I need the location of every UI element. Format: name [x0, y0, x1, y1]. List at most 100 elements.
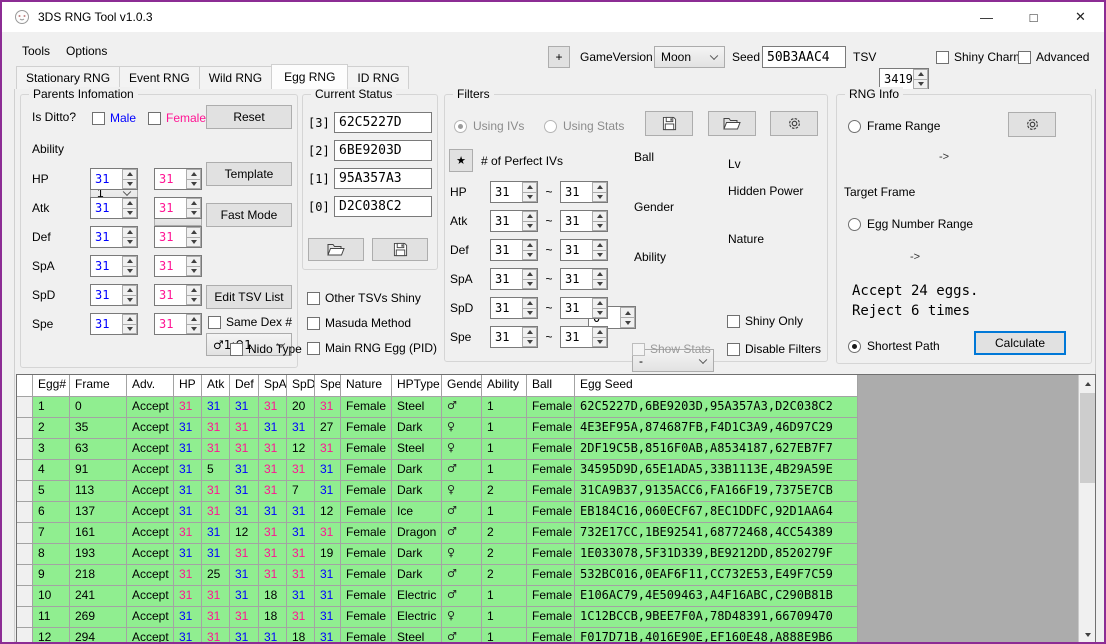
- table-row[interactable]: 7161Accept313112313131FemaleDragon♂2Fema…: [17, 523, 1095, 544]
- spin-up-icon[interactable]: [592, 182, 607, 193]
- column-header-eggseed[interactable]: Egg Seed: [575, 375, 858, 397]
- egg-number-range-radio[interactable]: Egg Number Range: [848, 217, 973, 231]
- filters-save-button[interactable]: [645, 111, 693, 136]
- spin-up-icon[interactable]: [122, 169, 137, 180]
- spin-down-icon[interactable]: [592, 280, 607, 290]
- results-grid[interactable]: Egg#FrameAdv.HPAtkDefSpASpDSpeNatureHPTy…: [16, 374, 1096, 644]
- game-version-dropdown[interactable]: Moon: [654, 46, 725, 68]
- tab-egg-rng[interactable]: Egg RNG: [271, 64, 348, 89]
- masuda-method-checkbox[interactable]: Masuda Method: [307, 316, 411, 330]
- filter-spa-max-spinner[interactable]: 31: [560, 268, 608, 290]
- menu-tools[interactable]: Tools: [16, 40, 56, 62]
- tab-id-rng[interactable]: ID RNG: [347, 66, 409, 89]
- star-button[interactable]: ★: [449, 149, 473, 172]
- status-save-button[interactable]: [372, 238, 428, 261]
- table-row[interactable]: 10241Accept313131183131FemaleElectric♂1F…: [17, 586, 1095, 607]
- male-spd-spinner[interactable]: 31: [90, 284, 138, 306]
- spin-down-icon[interactable]: [186, 325, 201, 335]
- scrollbar-thumb[interactable]: [1080, 393, 1095, 483]
- spin-up-icon[interactable]: [522, 240, 537, 251]
- spin-down-icon[interactable]: [122, 296, 137, 306]
- status-slot-value[interactable]: 6BE9203D: [334, 140, 432, 161]
- spin-down-icon[interactable]: [913, 80, 928, 90]
- spin-down-icon[interactable]: [620, 318, 635, 328]
- female-hp-spinner[interactable]: 31: [154, 168, 202, 190]
- tab-event-rng[interactable]: Event RNG: [119, 66, 200, 89]
- spin-up-icon[interactable]: [522, 182, 537, 193]
- nido-type-checkbox[interactable]: Nido Type: [230, 342, 302, 356]
- column-header-hptype[interactable]: HPType: [392, 375, 442, 397]
- spin-up-icon[interactable]: [186, 314, 201, 325]
- male-atk-spinner[interactable]: 31: [90, 197, 138, 219]
- status-slot-value[interactable]: D2C038C2: [334, 196, 432, 217]
- spin-up-icon[interactable]: [522, 269, 537, 280]
- spin-down-icon[interactable]: [592, 193, 607, 203]
- column-header-nature[interactable]: Nature: [341, 375, 392, 397]
- spin-down-icon[interactable]: [592, 338, 607, 348]
- main-rng-egg-checkbox[interactable]: Main RNG Egg (PID): [307, 341, 437, 355]
- using-ivs-radio[interactable]: Using IVs: [454, 119, 524, 133]
- column-header-ability[interactable]: Ability: [482, 375, 527, 397]
- female-spa-spinner[interactable]: 31: [154, 255, 202, 277]
- table-row[interactable]: 5113Accept31313131731FemaleDark♀2Female3…: [17, 481, 1095, 502]
- male-def-spinner[interactable]: 31: [90, 226, 138, 248]
- spin-down-icon[interactable]: [592, 222, 607, 232]
- seed-input[interactable]: 50B3AAC4: [762, 46, 846, 68]
- scroll-up-icon[interactable]: [1079, 375, 1096, 392]
- spin-down-icon[interactable]: [592, 309, 607, 319]
- male-spa-spinner[interactable]: 31: [90, 255, 138, 277]
- shortest-path-radio[interactable]: Shortest Path: [848, 339, 940, 353]
- status-open-button[interactable]: [308, 238, 364, 261]
- table-row[interactable]: 6137Accept313131313112FemaleIce♂1FemaleE…: [17, 502, 1095, 523]
- calculate-button[interactable]: Calculate: [974, 331, 1066, 355]
- plus-button[interactable]: +: [548, 46, 570, 68]
- spin-up-icon[interactable]: [592, 327, 607, 338]
- maximize-button[interactable]: □: [1010, 2, 1057, 32]
- spin-down-icon[interactable]: [122, 238, 137, 248]
- male-checkbox[interactable]: Male: [92, 111, 136, 125]
- spin-down-icon[interactable]: [186, 180, 201, 190]
- column-header-egg#[interactable]: Egg#: [33, 375, 70, 397]
- show-stats-checkbox[interactable]: Show Stats: [632, 342, 711, 356]
- minimize-button[interactable]: —: [963, 2, 1010, 32]
- advanced-checkbox[interactable]: Advanced: [1018, 50, 1089, 64]
- rng-settings-button[interactable]: [1008, 112, 1056, 137]
- column-header-spd[interactable]: SpD: [287, 375, 315, 397]
- female-def-spinner[interactable]: 31: [154, 226, 202, 248]
- vertical-scrollbar[interactable]: [1078, 375, 1095, 643]
- spin-down-icon[interactable]: [122, 267, 137, 277]
- spin-up-icon[interactable]: [122, 314, 137, 325]
- spin-up-icon[interactable]: [522, 327, 537, 338]
- table-row[interactable]: 11269Accept313131183131FemaleElectric♀1F…: [17, 607, 1095, 628]
- filter-atk-min-spinner[interactable]: 31: [490, 210, 538, 232]
- spin-up-icon[interactable]: [122, 227, 137, 238]
- column-header-ball[interactable]: Ball: [527, 375, 575, 397]
- female-atk-spinner[interactable]: 31: [154, 197, 202, 219]
- filter-spe-min-spinner[interactable]: 31: [490, 326, 538, 348]
- spin-up-icon[interactable]: [522, 298, 537, 309]
- spin-down-icon[interactable]: [522, 338, 537, 348]
- frame-range-radio[interactable]: Frame Range: [848, 119, 940, 133]
- spin-up-icon[interactable]: [186, 285, 201, 296]
- using-stats-radio[interactable]: Using Stats: [544, 119, 624, 133]
- tab-stationary-rng[interactable]: Stationary RNG: [16, 66, 120, 89]
- filters-settings-button[interactable]: [770, 111, 818, 136]
- female-checkbox[interactable]: Female: [148, 111, 206, 125]
- spin-up-icon[interactable]: [522, 211, 537, 222]
- table-row[interactable]: 235Accept313131313127FemaleDark♀1Female4…: [17, 418, 1095, 439]
- spin-down-icon[interactable]: [186, 267, 201, 277]
- female-spd-spinner[interactable]: 31: [154, 284, 202, 306]
- filter-spa-min-spinner[interactable]: 31: [490, 268, 538, 290]
- status-slot-value[interactable]: 95A357A3: [334, 168, 432, 189]
- status-slot-value[interactable]: 62C5227D: [334, 112, 432, 133]
- close-button[interactable]: ✕: [1057, 2, 1104, 32]
- spin-up-icon[interactable]: [592, 298, 607, 309]
- edit-tsv-list-button[interactable]: Edit TSV List: [206, 285, 292, 309]
- same-dex-checkbox[interactable]: Same Dex #: [208, 315, 292, 329]
- spin-up-icon[interactable]: [592, 269, 607, 280]
- table-row[interactable]: 9218Accept312531313131FemaleDark♂2Female…: [17, 565, 1095, 586]
- table-row[interactable]: 12294Accept313131311831FemaleSteel♂1Fema…: [17, 628, 1095, 644]
- tab-wild-rng[interactable]: Wild RNG: [199, 66, 272, 89]
- spin-down-icon[interactable]: [122, 325, 137, 335]
- spin-down-icon[interactable]: [522, 222, 537, 232]
